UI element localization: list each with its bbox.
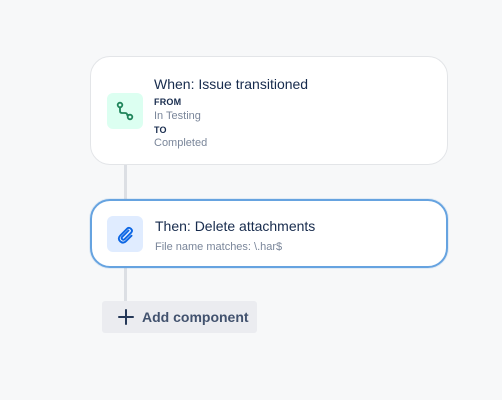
add-component-button[interactable]: Add component — [102, 301, 257, 333]
action-title: Then: Delete attachments — [155, 218, 316, 234]
connector-line — [124, 164, 127, 200]
to-label: TO — [154, 125, 167, 135]
transition-icon — [116, 101, 134, 121]
action-icon-box — [107, 216, 143, 252]
paperclip-icon — [117, 226, 133, 244]
action-detail: File name matches: \.har$ — [155, 241, 283, 253]
connector-line — [124, 268, 127, 302]
rule-canvas: When: Issue transitioned FROM In Testing… — [0, 0, 502, 400]
trigger-icon-box — [107, 93, 143, 129]
trigger-card[interactable]: When: Issue transitioned FROM In Testing… — [90, 56, 448, 165]
trigger-title: When: Issue transitioned — [154, 76, 309, 92]
action-card[interactable]: Then: Delete attachments File name match… — [90, 199, 448, 268]
from-label: FROM — [154, 97, 182, 107]
from-value: In Testing — [154, 110, 201, 122]
plus-icon — [118, 309, 134, 325]
add-component-label: Add component — [142, 309, 249, 325]
to-value: Completed — [154, 137, 208, 149]
